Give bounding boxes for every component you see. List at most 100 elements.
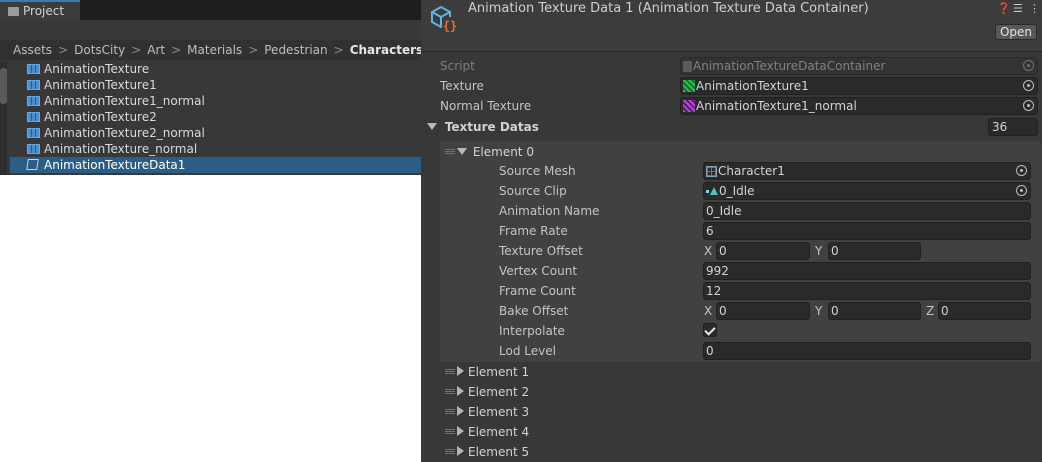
object-picker-icon[interactable] (1016, 185, 1027, 196)
texture-icon (27, 64, 40, 74)
drag-handle-icon[interactable] (445, 389, 455, 394)
list-item[interactable]: AnimationTexture1 (10, 77, 421, 93)
element-3-foldout[interactable]: Element 3 (457, 402, 529, 422)
breadcrumb-item[interactable]: DotsCity (74, 43, 125, 57)
mesh-icon (706, 166, 717, 177)
x-axis-label: X (704, 304, 713, 318)
object-picker-icon[interactable] (1023, 100, 1034, 111)
drag-handle-icon[interactable] (445, 429, 455, 434)
kebab-menu-icon[interactable]: ⋮ (1029, 2, 1040, 15)
array-size-field[interactable]: 36 (988, 118, 1038, 136)
frame-rate-input[interactable]: 6 (703, 222, 1031, 240)
tab-project[interactable]: Project (0, 0, 80, 20)
texture-icon (27, 128, 40, 138)
project-tab-bar: Project (0, 0, 421, 20)
breadcrumb-item[interactable]: Art (147, 43, 165, 57)
preset-sliders-icon[interactable]: ☰ (1013, 2, 1023, 15)
texture-thumbnail-icon (683, 100, 695, 112)
list-item[interactable]: AnimationTexture2 (10, 109, 421, 125)
foldout-collapsed-icon (457, 366, 464, 376)
breadcrumb-item[interactable]: Pedestrian (264, 43, 327, 57)
list-item[interactable]: AnimationTexture1_normal (10, 93, 421, 109)
source-mesh-value: Character1 (718, 164, 785, 178)
list-item-selected[interactable]: AnimationTextureData1 (10, 157, 421, 173)
drag-handle-icon[interactable] (445, 409, 455, 414)
tab-project-label: Project (23, 4, 65, 18)
object-picker-icon[interactable] (1023, 80, 1034, 91)
chevron-right-icon: > (171, 43, 182, 57)
list-item[interactable]: AnimationTexture_normal (10, 141, 421, 157)
breadcrumb-item[interactable]: Materials (187, 43, 242, 57)
texture-offset-y-input[interactable]: 0 (828, 242, 921, 260)
project-file-list: AnimationTexture AnimationTexture1 Anima… (10, 61, 421, 173)
bake-offset-label: Bake Offset (499, 304, 569, 318)
vertex-count-input[interactable]: 992 (703, 262, 1031, 280)
bake-offset-z-input[interactable]: 0 (938, 302, 1031, 320)
folder-icon (8, 7, 19, 16)
help-icon[interactable]: ❓ (997, 2, 1011, 15)
element-5-foldout[interactable]: Element 5 (457, 442, 529, 462)
source-clip-field[interactable]: 0_Idle (703, 182, 1031, 200)
vertex-count-label: Vertex Count (499, 264, 578, 278)
lod-level-label: Lod Level (499, 344, 556, 358)
normal-texture-field[interactable]: AnimationTexture1_normal (680, 97, 1038, 115)
chevron-right-icon: > (248, 43, 259, 57)
foldout-collapsed-icon (457, 386, 464, 396)
lod-level-input[interactable]: 0 (703, 342, 1031, 360)
drag-handle-icon[interactable] (445, 449, 455, 454)
texture-value: AnimationTexture1 (696, 79, 809, 93)
file-name: AnimationTexture1_normal (44, 94, 205, 108)
object-picker-icon[interactable] (1016, 165, 1027, 176)
texture-datas-label: Texture Datas (444, 120, 539, 134)
script-file-icon (683, 61, 692, 72)
breadcrumb-item[interactable]: Assets (13, 43, 52, 57)
drag-handle-icon[interactable] (445, 369, 455, 374)
list-item[interactable]: AnimationTexture2_normal (10, 125, 421, 141)
script-value: AnimationTextureDataContainer (693, 59, 886, 73)
interpolate-label: Interpolate (499, 324, 565, 338)
foldout-collapsed-icon (457, 446, 464, 456)
y-axis-label: Y (815, 244, 823, 258)
element-4-foldout[interactable]: Element 4 (457, 422, 529, 442)
project-scrollbar[interactable] (0, 62, 7, 175)
frame-count-label: Frame Count (499, 284, 576, 298)
texture-field[interactable]: AnimationTexture1 (680, 77, 1038, 95)
project-panel: Project Assets > DotsCity > Art > Materials > Pe… (0, 0, 424, 175)
texture-offset-label: Texture Offset (499, 244, 583, 258)
inspector-header: {} Animation Texture Data 1 (Animation T… (421, 0, 1042, 52)
source-mesh-field[interactable]: Character1 (703, 162, 1031, 180)
foldout-expanded-icon (427, 123, 437, 130)
animation-clip-icon (706, 185, 718, 197)
scrollbar-thumb[interactable] (0, 68, 7, 104)
bake-offset-y-input[interactable]: 0 (828, 302, 921, 320)
inspector-panel: {} Animation Texture Data 1 (Animation T… (421, 0, 1042, 462)
frame-count-input[interactable]: 12 (703, 282, 1031, 300)
open-button[interactable]: Open (995, 24, 1037, 40)
animation-name-input[interactable]: 0_Idle (703, 202, 1031, 220)
foldout-expanded-icon (457, 148, 467, 155)
svg-text:{}: {} (443, 19, 457, 33)
element-2-foldout[interactable]: Element 2 (457, 382, 529, 402)
interpolate-checkbox[interactable] (703, 323, 717, 337)
frame-rate-label: Frame Rate (499, 224, 568, 238)
texture-thumbnail-icon (683, 80, 695, 92)
breadcrumb-current[interactable]: Characters (350, 43, 424, 57)
drag-handle-icon[interactable] (445, 149, 455, 154)
script-label: Script (440, 59, 475, 73)
texture-datas-foldout[interactable]: Texture Datas (427, 117, 539, 137)
texture-icon (27, 112, 40, 122)
texture-icon (27, 80, 40, 90)
normal-texture-label: Normal Texture (440, 99, 532, 113)
texture-icon (27, 144, 40, 154)
bake-offset-x-input[interactable]: 0 (716, 302, 810, 320)
element-1-foldout[interactable]: Element 1 (457, 362, 529, 382)
foldout-collapsed-icon (457, 406, 464, 416)
normal-texture-value: AnimationTexture1_normal (696, 99, 857, 113)
scriptable-object-icon (26, 159, 39, 170)
source-clip-value: 0_Idle (719, 184, 755, 198)
script-field: AnimationTextureDataContainer (680, 57, 1038, 75)
file-name: AnimationTexture (44, 62, 150, 76)
texture-offset-x-input[interactable]: 0 (716, 242, 810, 260)
element-0-foldout[interactable]: Element 0 (457, 142, 534, 162)
list-item[interactable]: AnimationTexture (10, 61, 421, 77)
